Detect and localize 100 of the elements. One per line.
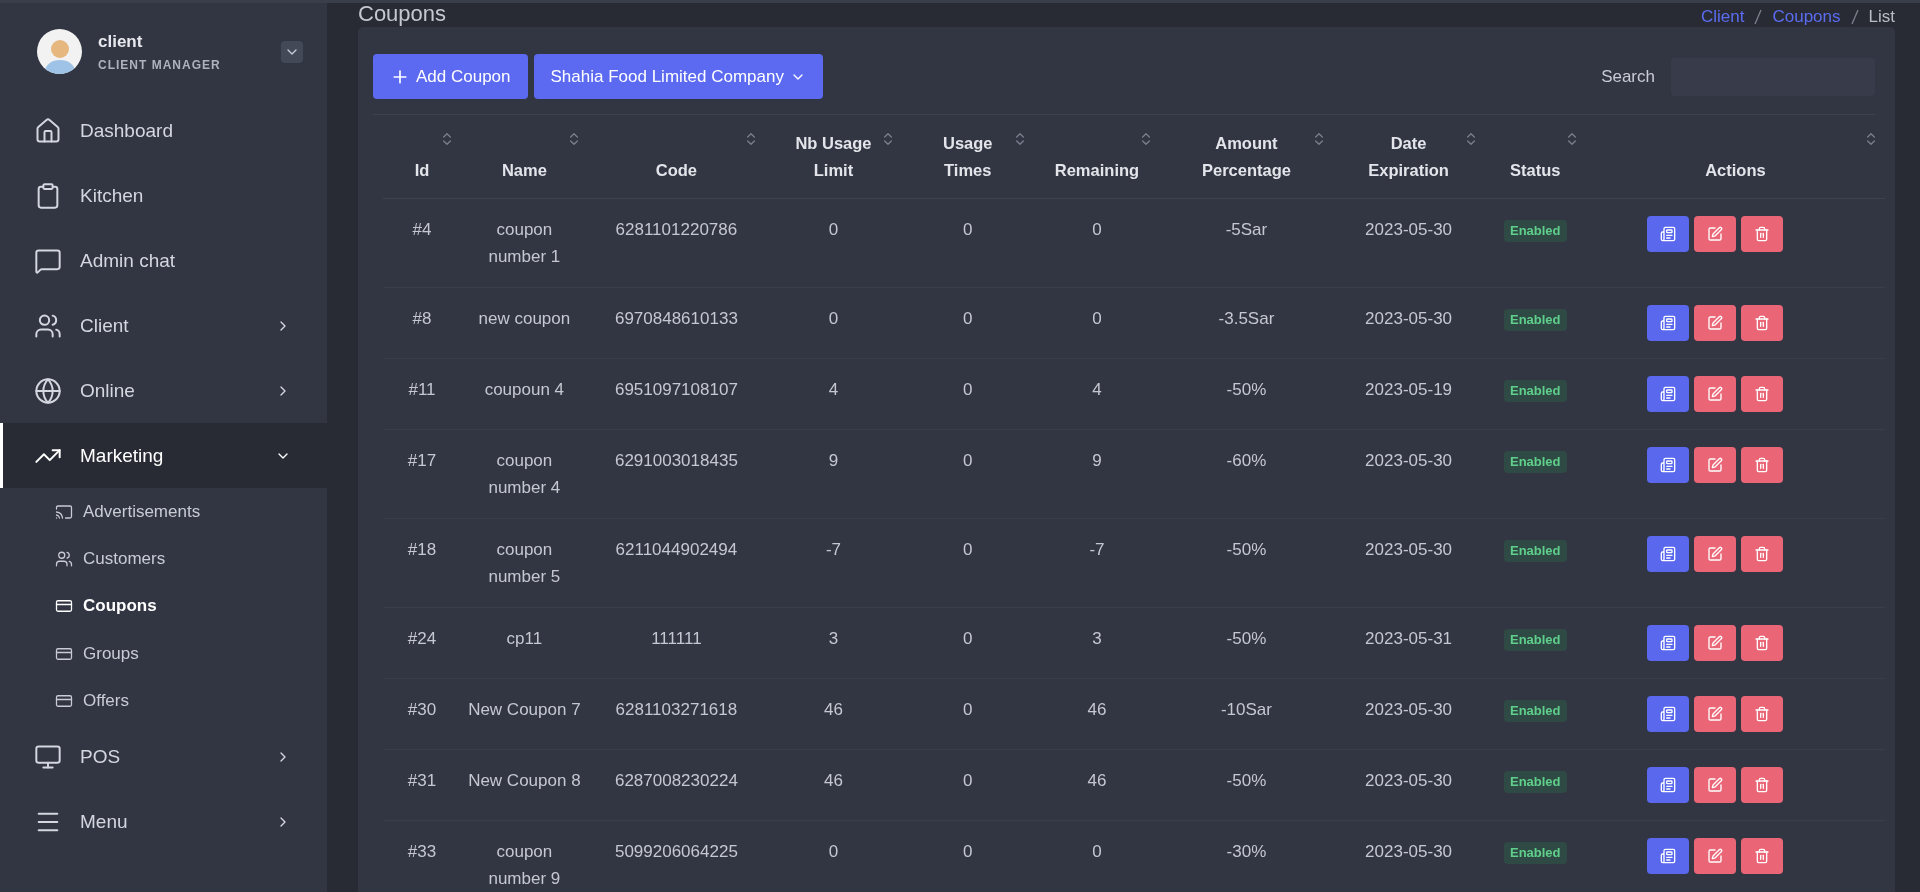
table-cell: 6287008230224 [587,749,766,821]
home-icon [34,116,62,145]
table-cell: 6970848610133 [587,287,766,359]
edit-button[interactable] [1694,696,1737,732]
delete-button[interactable] [1741,767,1784,803]
column-header[interactable]: Actions [1585,115,1885,199]
sidebar-subitem[interactable]: Offers [0,677,327,725]
sidebar-subitem[interactable]: Customers [0,535,327,583]
edit-button[interactable] [1694,767,1737,803]
table-cell: #18 [383,518,462,608]
delete-icon [1754,546,1771,562]
add-coupon-button[interactable]: Add Coupon [373,54,528,99]
column-header[interactable]: Name [461,115,588,199]
table-cell: New Coupon 8 [461,749,588,821]
sidebar-item[interactable]: POS [0,724,327,790]
delete-button[interactable] [1741,216,1784,252]
delete-button[interactable] [1741,625,1784,661]
column-header[interactable]: Date Expiration [1332,115,1485,199]
table-cell: cp11 [461,607,588,679]
view-button[interactable] [1647,625,1690,661]
table-cell: -7 [765,518,902,608]
newspaper-icon [1660,315,1677,331]
view-button[interactable] [1647,536,1690,572]
cast-icon [55,502,73,521]
table-cell: #8 [383,287,462,359]
sidebar-item[interactable]: Admin chat [0,228,327,293]
sidebar-subitem[interactable]: Coupons [0,582,327,630]
sidebar-item[interactable]: Client [0,293,327,358]
view-button[interactable] [1647,767,1690,803]
status-badge: Enabled [1503,309,1567,331]
table-cell: coupon number 9 [461,820,588,892]
sidebar-item[interactable]: Dashboard [0,98,327,163]
table-cell: -50% [1160,749,1333,821]
delete-button[interactable] [1741,376,1784,412]
view-button[interactable] [1647,447,1690,483]
sidebar-item[interactable]: Marketing [0,423,327,488]
delete-icon [1754,706,1771,722]
user-name: client [98,31,144,52]
view-button[interactable] [1647,696,1690,732]
edit-icon [1707,848,1724,864]
delete-icon [1754,457,1771,473]
newspaper-icon [1660,386,1677,402]
table-cell: -60% [1160,429,1333,519]
view-button[interactable] [1647,305,1690,341]
edit-button[interactable] [1694,376,1737,412]
column-header[interactable]: Code [587,115,766,199]
sidebar-subitem[interactable]: Advertisements [0,488,327,536]
status-badge: Enabled [1503,771,1567,793]
table-cell: #11 [383,358,462,430]
column-header[interactable]: Usage Times [901,115,1034,199]
table-cell: 0 [901,429,1034,519]
sidebar-item[interactable]: Online [0,358,327,423]
table-cell: #30 [383,678,462,750]
table-cell: -50% [1160,518,1333,608]
table-cell: 0 [765,287,902,359]
view-button[interactable] [1647,216,1690,252]
column-header[interactable]: Amount Percentage [1160,115,1333,199]
monitor-icon [34,743,62,771]
company-select[interactable]: Shahia Food Limited Company [533,54,823,99]
delete-icon [1754,635,1771,651]
edit-button[interactable] [1694,305,1737,341]
sidebar-item[interactable]: Kitchen [0,163,327,228]
edit-button[interactable] [1694,447,1737,483]
delete-button[interactable] [1741,447,1784,483]
sidebar-item[interactable]: Menu [0,789,327,855]
column-header[interactable]: Nb Usage Limit [765,115,902,199]
table-cell: 0 [1033,820,1161,892]
view-button[interactable] [1647,376,1690,412]
edit-icon [1707,706,1724,722]
column-header[interactable]: Remaining [1033,115,1161,199]
search-label: Search [1601,66,1655,87]
sidebar-subitem[interactable]: Groups [0,629,327,678]
column-header[interactable]: Id [383,115,462,199]
table-cell: #24 [383,607,462,679]
edit-button[interactable] [1694,625,1737,661]
delete-button[interactable] [1741,696,1784,732]
table-cell: 0 [901,607,1034,679]
table-cell: 2023-05-30 [1332,749,1485,821]
user-menu-button[interactable] [281,40,303,63]
delete-button[interactable] [1741,838,1784,874]
newspaper-icon [1660,226,1677,242]
table-cell: new coupon [461,287,588,359]
table-cell: 2023-05-30 [1332,287,1485,359]
delete-button[interactable] [1741,305,1784,341]
table-cell: 6291003018435 [587,429,766,519]
edit-button[interactable] [1694,216,1737,252]
slash-separator-icon [1754,8,1763,26]
table-cell: #33 [383,820,462,892]
edit-button[interactable] [1694,536,1737,572]
page-title: Coupons [358,3,447,27]
table-cell: 111111 [587,607,766,679]
edit-button[interactable] [1694,838,1737,874]
table-cell: 2023-05-30 [1332,198,1485,288]
column-header[interactable]: Status [1484,115,1586,199]
newspaper-icon [1660,457,1677,473]
status-badge: Enabled [1503,700,1567,722]
delete-button[interactable] [1741,536,1784,572]
status-badge: Enabled [1503,220,1567,242]
table-cell: #31 [383,749,462,821]
view-button[interactable] [1647,838,1690,874]
